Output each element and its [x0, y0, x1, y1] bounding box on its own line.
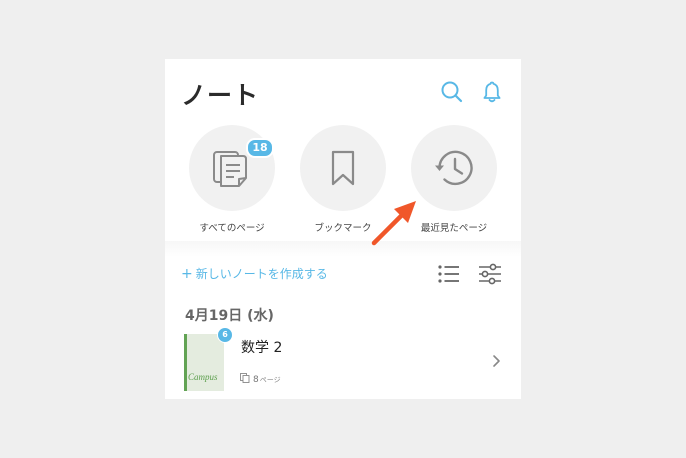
notebook-cover: Campus [184, 334, 224, 391]
note-page-count: 8ページ [240, 373, 281, 385]
divider [165, 241, 521, 257]
arrow-annotation-icon [371, 201, 416, 246]
all-pages-label: すべてのページ [199, 223, 265, 234]
notes-panel: ノート 18 すべてのページ ブックマーク 最近見たページ + 新しいノートを作… [165, 59, 521, 399]
header: ノート [165, 59, 521, 121]
pages-icon [213, 151, 247, 187]
chevron-right-icon [493, 355, 500, 367]
page-count-value: 8 [253, 375, 259, 385]
all-pages-badge: 18 [246, 138, 274, 158]
pages-icon [240, 373, 250, 383]
action-row: + 新しいノートを作成する [165, 257, 521, 291]
plus-icon: + [181, 266, 193, 282]
page-title: ノート [181, 81, 260, 110]
page-count-unit: ページ [259, 376, 281, 384]
date-heading: 4月19日 (水) [185, 308, 274, 324]
note-title: 数学 2 [241, 340, 283, 356]
list-icon[interactable] [437, 262, 461, 286]
history-icon [435, 150, 473, 186]
notebook-brand: Campus [188, 372, 218, 382]
note-row[interactable]: Campus 6 数学 2 8ページ [165, 327, 521, 399]
new-note-label: 新しいノートを作成する [195, 267, 328, 281]
bell-icon[interactable] [479, 79, 505, 105]
quick-access-row: 18 すべてのページ ブックマーク 最近見たページ [165, 121, 521, 241]
search-icon[interactable] [439, 79, 465, 105]
new-note-button[interactable]: + 新しいノートを作成する [181, 265, 328, 282]
all-pages-circle: 18 [189, 125, 275, 211]
sliders-icon[interactable] [478, 262, 502, 286]
bookmark-icon [331, 150, 355, 186]
all-pages-button[interactable]: 18 すべてのページ [177, 125, 287, 237]
recent-pages-circle [411, 125, 497, 211]
note-badge: 6 [217, 327, 233, 343]
